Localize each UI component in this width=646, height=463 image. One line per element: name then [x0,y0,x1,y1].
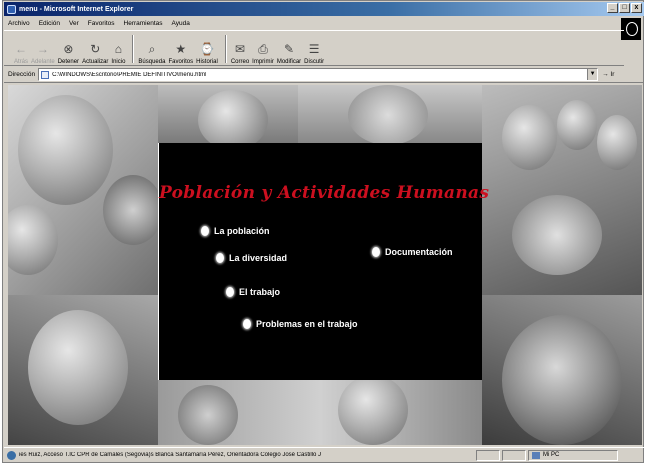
menu-link-label: La población [214,226,270,236]
photo-top-center-left [158,85,298,143]
menu-link-label: Documentación [385,247,453,257]
status-text: ies Ruiz, Acceso T.IC CPR de Camales (Se… [19,452,322,458]
print-button[interactable]: ⎙ Imprimir [252,31,274,65]
computer-icon [532,451,540,459]
browser-window: menu - Microsoft Internet Explorer _ □ x… [2,0,644,463]
photo-top-left-child [8,85,158,295]
search-label: Búsqueda [138,59,166,65]
discuss-icon: ☰ [308,42,320,56]
menu-link-documentacion[interactable]: Documentación [372,247,453,257]
search-button[interactable]: ⌕ Búsqueda [138,31,165,65]
refresh-icon: ↻ [90,42,101,56]
bullet-icon [216,253,224,263]
home-icon: ⌂ [114,42,123,56]
close-button[interactable]: x [631,3,642,13]
title-bar: menu - Microsoft Internet Explorer _ □ x [4,2,644,16]
address-input[interactable]: C:\WINDOWS\Escritorio\PREMIE DEFINITIVO\… [38,68,599,81]
edit-label: Modificar [276,59,302,65]
ie-status-icon [7,450,16,460]
mail-icon: ✉ [234,42,246,56]
menu-link-label: El trabajo [239,287,281,297]
status-bar: ies Ruiz, Acceso T.IC CPR de Camales (Se… [4,447,644,462]
photo-bottom-center [158,380,482,445]
menu-herramientas[interactable]: Herramientas [124,20,163,27]
menu-archivo[interactable]: Archivo [8,20,30,27]
stop-icon: ⊗ [63,42,74,56]
security-zone: Mi PC [528,449,618,461]
page-heading: Población y Actividades Humanas [159,183,490,203]
toolbar-separator [224,35,227,63]
status-panel [502,449,526,461]
menu-link-diversidad[interactable]: La diversidad [216,253,287,263]
refresh-label: Actualizar [82,59,109,65]
discuss-label: Discutir [304,59,325,65]
photo-top-center-right [298,85,482,143]
history-icon: ⌚ [199,42,215,56]
status-panel [476,449,500,461]
page-viewport: Población y Actividades Humanas La pobla… [8,85,642,445]
photo-top-right-children [482,85,642,295]
stop-button[interactable]: ⊗ Detener [58,31,79,65]
favorites-button[interactable]: ★ Favoritos [168,31,193,65]
mail-label: Correo [230,59,250,65]
page-icon [41,70,50,79]
photo-bottom-right-child [482,295,642,445]
zone-label: Mi PC [543,452,560,458]
ie-app-icon[interactable] [7,4,16,14]
edit-button[interactable]: ✎ Modificar [277,31,301,65]
favorites-label: Favoritos [168,59,194,65]
menu-ayuda[interactable]: Ayuda [172,20,190,27]
discuss-button[interactable]: ☰ Discutir [304,31,324,65]
menu-link-label: La diversidad [229,253,288,263]
menu-favoritos[interactable]: Favoritos [88,20,115,27]
home-label: Inicio [111,59,126,65]
address-label: Dirección [8,71,36,78]
address-url: C:\WINDOWS\Escritorio\PREMIE DEFINITIVO\… [52,71,207,78]
menu-link-poblacion[interactable]: La población [201,226,270,236]
menu-ver[interactable]: Ver [69,20,79,27]
forward-label: Adelante [31,59,55,65]
photo-bottom-left-child [8,295,158,445]
menu-bar: Archivo Edición Ver Favoritos Herramient… [4,17,644,29]
refresh-button[interactable]: ↻ Actualizar [82,31,108,65]
forward-button[interactable]: → Adelante [31,31,55,65]
bullet-icon [372,247,380,257]
address-bar: Dirección C:\WINDOWS\Escritorio\PREMIE D… [4,67,644,83]
menu-link-trabajo[interactable]: El trabajo [226,287,280,297]
address-dropdown-button[interactable]: ▼ [587,69,598,80]
favorites-icon: ★ [175,42,187,56]
bullet-icon [243,319,251,329]
toolbar-separator [132,35,135,63]
back-arrow-icon: ← [15,42,27,56]
menu-link-problemas[interactable]: Problemas en el trabajo [243,319,358,329]
bullet-icon [201,226,209,236]
forward-arrow-icon: → [36,42,49,56]
menu-edicion[interactable]: Edición [39,20,60,27]
menu-link-label: Problemas en el trabajo [256,319,358,329]
mail-button[interactable]: ✉ Correo [231,31,249,65]
edit-icon: ✎ [283,42,295,56]
back-button[interactable]: ← Atrás [14,31,28,65]
main-menu-panel: Población y Actividades Humanas La pobla… [159,143,490,380]
print-label: Imprimir [252,59,274,65]
go-label: Ir [610,71,615,78]
home-button[interactable]: ⌂ Inicio [111,31,125,65]
minimize-button[interactable]: _ [607,3,618,13]
ie-throbber-icon [621,18,641,40]
search-icon: ⌕ [148,42,156,56]
toolbar: ← Atrás → Adelante ⊗ Detener ↻ Actualiza… [4,30,624,66]
back-label: Atrás [14,59,29,65]
window-controls: _ □ x [607,3,642,13]
stop-label: Detener [57,59,80,65]
go-button[interactable]: → Ir [602,71,614,78]
print-icon: ⎙ [258,42,268,56]
maximize-button[interactable]: □ [619,3,630,13]
history-button[interactable]: ⌚ Historial [196,31,218,65]
window-title: menu - Microsoft Internet Explorer [19,5,134,13]
bullet-icon [226,287,234,297]
history-label: Historial [196,59,218,65]
